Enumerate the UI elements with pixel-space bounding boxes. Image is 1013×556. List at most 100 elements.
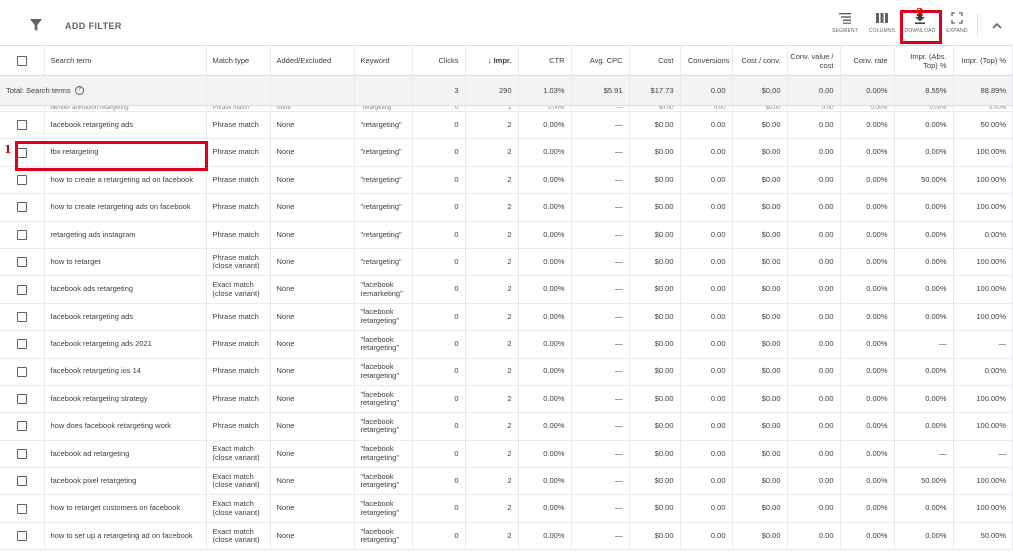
chevron-up-icon[interactable]	[990, 19, 1004, 33]
row-checkbox[interactable]	[16, 503, 27, 514]
cell-cost-per-conv: $0.00	[732, 248, 788, 277]
table-row[interactable]: retargeting ads instagram Phrase match Non…	[0, 221, 1013, 249]
row-select-cell	[0, 330, 45, 359]
cell-keyword: "facebook retargeting"	[354, 467, 413, 496]
header-keyword[interactable]: Keyword	[354, 45, 413, 76]
header-conversions[interactable]: Conversions	[680, 45, 733, 76]
cell-clicks: 0	[412, 467, 466, 496]
cell-keyword: "facebook retargeting"	[354, 522, 413, 551]
row-checkbox[interactable]	[16, 421, 27, 432]
select-all-checkbox[interactable]	[16, 55, 27, 66]
cell-match: Exact match (close variant)	[206, 494, 271, 523]
cell-impr: 2	[465, 111, 519, 140]
cell-impr-top: 100.00%	[953, 467, 1013, 496]
cell-added: None	[270, 275, 355, 304]
cell-keyword: "retargeting"	[354, 138, 413, 167]
header-cost-per-conv[interactable]: Cost / conv.	[732, 45, 788, 76]
row-checkbox[interactable]	[16, 120, 27, 131]
cell-match: Phrase match	[206, 358, 271, 386]
cell-impr: 2	[465, 275, 519, 304]
filter-icon[interactable]	[29, 18, 43, 32]
table-row[interactable]: how to retarget customers on facebook Exa…	[0, 494, 1013, 523]
cell-impr-abs-top: 0.00%	[894, 111, 954, 140]
row-checkbox[interactable]	[16, 284, 27, 295]
cell-conversions: 0.00	[680, 330, 733, 359]
cell-ctr: 0.00%	[518, 412, 572, 441]
cell-added: None	[270, 358, 355, 386]
table-row[interactable]: how does facebook retargeting work Phrase…	[0, 412, 1013, 441]
cell-conv-value-cost: 0.00	[787, 494, 841, 523]
cell-impr: 2	[465, 138, 519, 167]
header-ctr[interactable]: CTR	[518, 45, 572, 76]
cell-impr-top: 100.00%	[953, 494, 1013, 523]
cell-ctr: 0.00%	[518, 385, 572, 414]
table-row[interactable]: facebook retargeting ads 2021 Phrase matc…	[0, 330, 1013, 359]
cell-cost: $0.00	[629, 111, 681, 140]
cell-avg-cpc: —	[571, 275, 630, 304]
row-checkbox[interactable]	[16, 339, 27, 350]
header-clicks[interactable]: Clicks	[412, 45, 466, 76]
cell-added: None	[270, 221, 355, 249]
cell-match: Phrase match (close variant)	[206, 248, 271, 277]
header-conv-value-cost[interactable]: Conv. value / cost	[787, 45, 841, 76]
cell-impr-top: —	[953, 330, 1013, 359]
table-row[interactable]: facebook retargeting strategy Phrase matc…	[0, 385, 1013, 414]
header-search-term[interactable]: Search term	[44, 45, 207, 76]
row-checkbox[interactable]	[16, 366, 27, 377]
table-row[interactable]: how to retarget Phrase match (close varia…	[0, 248, 1013, 277]
cell-impr-top: 100.00%	[953, 138, 1013, 167]
cell-ctr: 0.00%	[518, 494, 572, 523]
row-checkbox[interactable]	[16, 174, 27, 185]
cell-impr: 2	[465, 385, 519, 414]
header-impr[interactable]: ↓ Impr.	[465, 45, 519, 76]
row-checkbox[interactable]	[16, 311, 27, 322]
header-added-excluded[interactable]: Added/Excluded	[270, 45, 355, 76]
cell-impr-top: 100.00%	[953, 193, 1013, 222]
row-checkbox[interactable]	[16, 257, 27, 268]
add-filter-button[interactable]: ADD FILTER	[65, 21, 122, 31]
row-select-cell	[0, 522, 45, 551]
help-icon[interactable]: ?	[74, 86, 84, 96]
cell-cost-per-conv: $0.00	[732, 138, 788, 167]
table-row[interactable]: facebook ads retargeting Exact match (clo…	[0, 275, 1013, 304]
cell-clicks: 0	[412, 522, 466, 551]
cell-keyword: "facebook retargeting"	[354, 358, 413, 386]
table-row[interactable]: facebook retargeting ads Phrase match None…	[0, 303, 1013, 332]
row-checkbox[interactable]	[16, 531, 27, 542]
header-cost[interactable]: Cost	[629, 45, 681, 76]
cell-avg-cpc: —	[571, 138, 630, 167]
total-cost-per-conv: $0.00	[732, 75, 788, 106]
cell-keyword: "retargeting"	[354, 166, 413, 195]
total-conv-value-cost: 0.00	[787, 75, 841, 106]
header-match-type[interactable]: Match type	[206, 45, 271, 76]
cell-impr-abs-top: 0.00%	[894, 303, 954, 332]
table-row[interactable]: facebook retargeting ios 14 Phrase match N…	[0, 358, 1013, 386]
cell-avg-cpc: —	[571, 111, 630, 140]
row-checkbox[interactable]	[16, 202, 27, 213]
table-row[interactable]: facebook ad retargeting Exact match (clos…	[0, 440, 1013, 469]
row-checkbox[interactable]	[16, 229, 27, 240]
header-avg-cpc[interactable]: Avg. CPC	[571, 45, 630, 76]
cell-added: None	[270, 193, 355, 222]
table-row[interactable]: how to create retargeting ads on faceboo…	[0, 193, 1013, 222]
cell-cost: $0.00	[629, 494, 681, 523]
row-checkbox[interactable]	[16, 394, 27, 405]
header-impr-abs-top[interactable]: Impr. (Abs. Top) %	[894, 45, 954, 76]
table-row[interactable]: facebook pixel retargeting Exact match (c…	[0, 467, 1013, 496]
step-marker-1: 1	[4, 143, 12, 156]
table-row[interactable]: how to set up a retargeting ad on facebo…	[0, 522, 1013, 551]
cell-match: Exact match (close variant)	[206, 275, 271, 304]
cell-clicks: 0	[412, 385, 466, 414]
cell-added: None	[270, 494, 355, 523]
header-impr-top[interactable]: Impr. (Top) %	[953, 45, 1013, 76]
table-row[interactable]: facebook retargeting ads Phrase match None…	[0, 111, 1013, 140]
cell-keyword: "retargeting"	[354, 193, 413, 222]
cell-match: Phrase match	[206, 303, 271, 332]
cell-term: facebook pixel retargeting	[44, 467, 207, 496]
row-checkbox[interactable]	[16, 448, 27, 459]
header-conv-rate[interactable]: Conv. rate	[840, 45, 895, 76]
cell-impr-top: 100.00%	[953, 275, 1013, 304]
cell-avg-cpc: —	[571, 330, 630, 359]
row-checkbox[interactable]	[16, 476, 27, 487]
cell-impr: 2	[465, 221, 519, 249]
